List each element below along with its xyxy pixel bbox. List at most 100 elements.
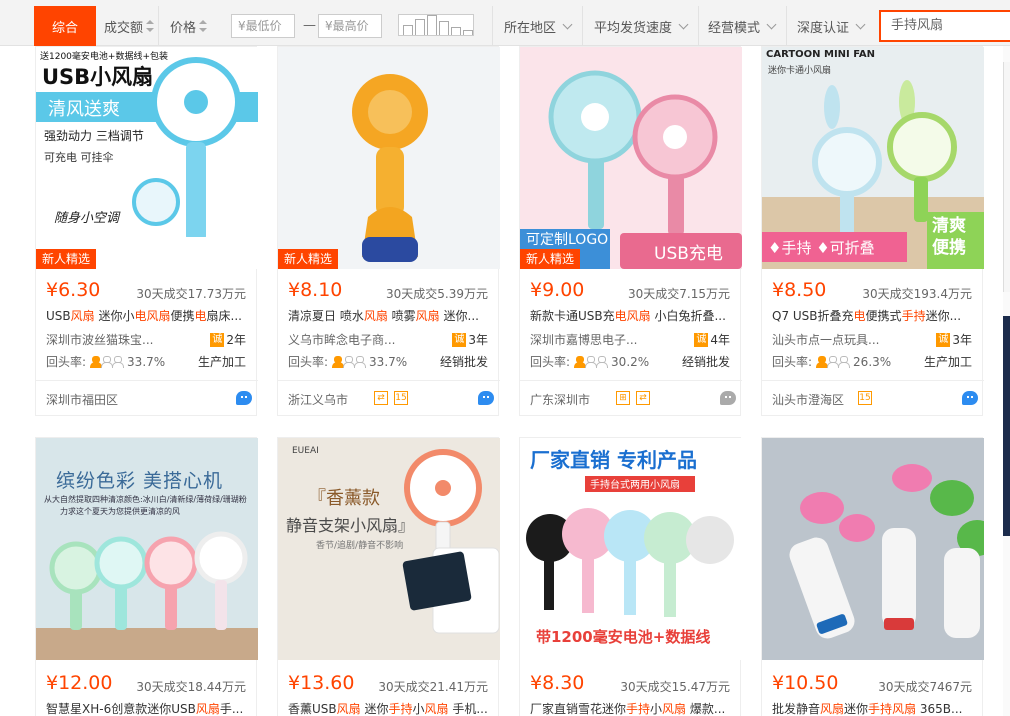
chevron-down-icon	[562, 19, 573, 29]
person-icons	[332, 356, 367, 368]
image-caption: 迷你卡通小风扇	[768, 66, 832, 76]
product-image[interactable]: 厂家直销 专利产品 手持台式两用小风扇 带1200毫安电池+数据线	[520, 438, 742, 660]
price-distribution-chart[interactable]	[398, 14, 474, 36]
person-icons	[90, 356, 125, 368]
image-caption: 静音支架小风扇』	[286, 516, 415, 535]
product-title[interactable]: Q7 USB折叠充电便携式手持迷你...	[772, 307, 976, 324]
product-title[interactable]: 智慧星XH-6创意款迷你USB风扇手...	[46, 700, 250, 716]
chevron-down-icon	[678, 19, 689, 29]
product-title[interactable]: 清凉夏日 喷水风扇 喷雾风扇 迷你...	[288, 307, 492, 324]
product-card[interactable]: 新人精选 ¥8.10 30天成交5.39万元 清凉夏日 喷水风扇 喷雾风扇 迷你…	[277, 46, 500, 416]
business-type: 经销批发	[439, 355, 488, 369]
return-rate: 回头率: 33.7%	[46, 353, 165, 370]
sort-volume-button[interactable]: 成交额	[104, 6, 155, 46]
new-pick-badge: 新人精选	[36, 249, 97, 269]
product-image[interactable]	[762, 438, 984, 660]
trust-years: 诚 4年	[694, 331, 730, 348]
sort-volume-label: 成交额	[104, 20, 144, 36]
product-card[interactable]: 送1200毫安电池+数据线+包装 USB小风扇 清风送爽 强劲动力 三档调节 可…	[35, 46, 258, 416]
product-price: ¥8.50	[772, 279, 827, 301]
filter-shipping-dropdown[interactable]: 平均发货速度	[594, 6, 689, 46]
service-badge-icon: ⊞	[616, 391, 630, 405]
rate-label: 回头率:	[530, 355, 571, 369]
product-image[interactable]: 送1200毫安电池+数据线+包装 USB小风扇 清风送爽 强劲动力 三档调节 可…	[36, 47, 258, 269]
wangwang-chat-icon[interactable]	[236, 391, 252, 405]
shop-name[interactable]: 深圳市嘉博思电子...	[530, 331, 680, 348]
product-card[interactable]: 可定制LOGO USB充电 新人精选 ¥9.00 30天成交7.15万元 新款卡…	[519, 46, 742, 416]
chevron-down-icon	[766, 19, 777, 29]
min-price-input[interactable]: ¥最低价	[231, 14, 295, 38]
divider	[698, 6, 699, 46]
shop-name[interactable]: 汕头市点一点玩具...	[772, 331, 922, 348]
years-label: 3年	[952, 333, 972, 347]
wangwang-chat-icon[interactable]	[478, 391, 494, 405]
rate-label: 回头率:	[46, 355, 87, 369]
product-price: ¥8.30	[530, 672, 585, 694]
chevron-down-icon	[855, 19, 866, 29]
service-badge-icon: ⇄	[374, 391, 388, 405]
deal-volume: 30天成交193.4万元	[862, 287, 972, 301]
product-title[interactable]: 香薰USB风扇 迷你手持小风扇 手机...	[288, 700, 492, 716]
business-type: 生产加工	[923, 355, 972, 369]
divider	[158, 6, 159, 46]
product-price: ¥9.00	[530, 279, 585, 301]
business-type: 经销批发	[681, 355, 730, 369]
filter-business-label: 经营模式	[708, 20, 761, 36]
filter-location-dropdown[interactable]: 所在地区	[504, 6, 573, 46]
sort-price-label: 价格	[170, 20, 197, 36]
shop-name[interactable]: 深圳市波丝猫珠宝...	[46, 331, 196, 348]
trust-years: 诚 2年	[210, 331, 246, 348]
image-caption: 可充电 可挂伞	[44, 151, 114, 164]
sidebar-panel	[1003, 62, 1010, 292]
image-caption: 强劲动力 三档调节	[44, 129, 144, 143]
product-title[interactable]: 厂家直销雪花迷你手持小风扇 爆款...	[530, 700, 734, 716]
product-price: ¥8.10	[288, 279, 343, 301]
trust-years: 诚 3年	[452, 331, 488, 348]
filter-certification-dropdown[interactable]: 深度认证	[797, 6, 866, 46]
page: 综合 成交额 价格 ¥最低价 — ¥最高价 所在地区 平均发货速度 经营模式 深…	[0, 0, 1010, 716]
product-image[interactable]: 新人精选	[278, 47, 500, 269]
card-footer: 深圳市福田区	[36, 380, 258, 416]
product-image[interactable]: CARTOON MINI FAN 迷你卡通小风扇 ♦手持 ♦可折叠 清爽便携	[762, 47, 984, 269]
wangwang-chat-icon[interactable]	[720, 391, 736, 405]
max-price-input[interactable]: ¥最高价	[318, 14, 382, 38]
cheng-icon: 诚	[452, 332, 467, 347]
deal-volume: 30天成交15.47万元	[620, 680, 730, 694]
shop-location: 浙江义乌市	[288, 393, 349, 407]
new-pick-badge: 新人精选	[278, 249, 339, 269]
wangwang-chat-icon[interactable]	[962, 391, 978, 405]
person-icons	[816, 356, 851, 368]
years-label: 3年	[468, 333, 488, 347]
filter-shipping-label: 平均发货速度	[594, 20, 673, 36]
search-input[interactable]: 手持风扇	[879, 10, 1010, 42]
shop-name[interactable]: 义乌市眸念电子商...	[288, 331, 438, 348]
cheng-icon: 诚	[210, 332, 225, 347]
product-card[interactable]: EUEAI 『香薰款 静音支架小风扇』 香节/追剧/静音不影响 ¥13.60 3…	[277, 437, 500, 716]
product-photo	[762, 438, 984, 660]
deal-volume: 30天成交18.44万元	[136, 680, 246, 694]
product-title[interactable]: 批发静音风扇迷你手持风扇 365B...	[772, 700, 976, 716]
product-image[interactable]: EUEAI 『香薰款 静音支架小风扇』 香节/追剧/静音不影响	[278, 438, 500, 660]
product-title[interactable]: USB风扇 迷你小电风扇便携电扇床...	[46, 307, 250, 324]
return-rate: 回头率: 33.7%	[288, 353, 407, 370]
product-image[interactable]: 缤纷色彩 美搭心机 从大自然提取四种清凉颜色:冰川白/清新绿/薄荷绿/珊瑚粉 力…	[36, 438, 258, 660]
product-card[interactable]: CARTOON MINI FAN 迷你卡通小风扇 ♦手持 ♦可折叠 清爽便携 ¥…	[761, 46, 984, 416]
deal-volume: 30天成交7467元	[878, 680, 972, 694]
brand-logo: EUEAI	[292, 446, 319, 456]
image-caption: 缤纷色彩 美搭心机	[56, 470, 224, 492]
product-image[interactable]: 可定制LOGO USB充电 新人精选	[520, 47, 742, 269]
product-card[interactable]: ¥10.50 30天成交7467元 批发静音风扇迷你手持风扇 365B...	[761, 437, 984, 716]
sort-comprehensive-button[interactable]: 综合	[34, 6, 96, 46]
filter-business-dropdown[interactable]: 经营模式	[708, 6, 777, 46]
product-card[interactable]: 缤纷色彩 美搭心机 从大自然提取四种清凉颜色:冰川白/清新绿/薄荷绿/珊瑚粉 力…	[35, 437, 258, 716]
product-card[interactable]: 厂家直销 专利产品 手持台式两用小风扇 带1200毫安电池+数据线 ¥8.30 …	[519, 437, 742, 716]
sidebar-ad[interactable]	[1003, 316, 1010, 536]
sort-price-button[interactable]: 价格	[170, 6, 208, 46]
return-rate: 回头率: 26.3%	[772, 353, 891, 370]
product-title[interactable]: 新款卡通USB充电风扇 小白兔折叠...	[530, 307, 734, 324]
image-caption: 力求这个夏天为您提供更清凉的风	[60, 507, 180, 516]
image-caption: 『香薰款	[308, 488, 380, 509]
image-caption: 清爽便携	[932, 216, 966, 258]
rate-value: 26.3%	[853, 354, 892, 369]
divider	[492, 6, 493, 46]
